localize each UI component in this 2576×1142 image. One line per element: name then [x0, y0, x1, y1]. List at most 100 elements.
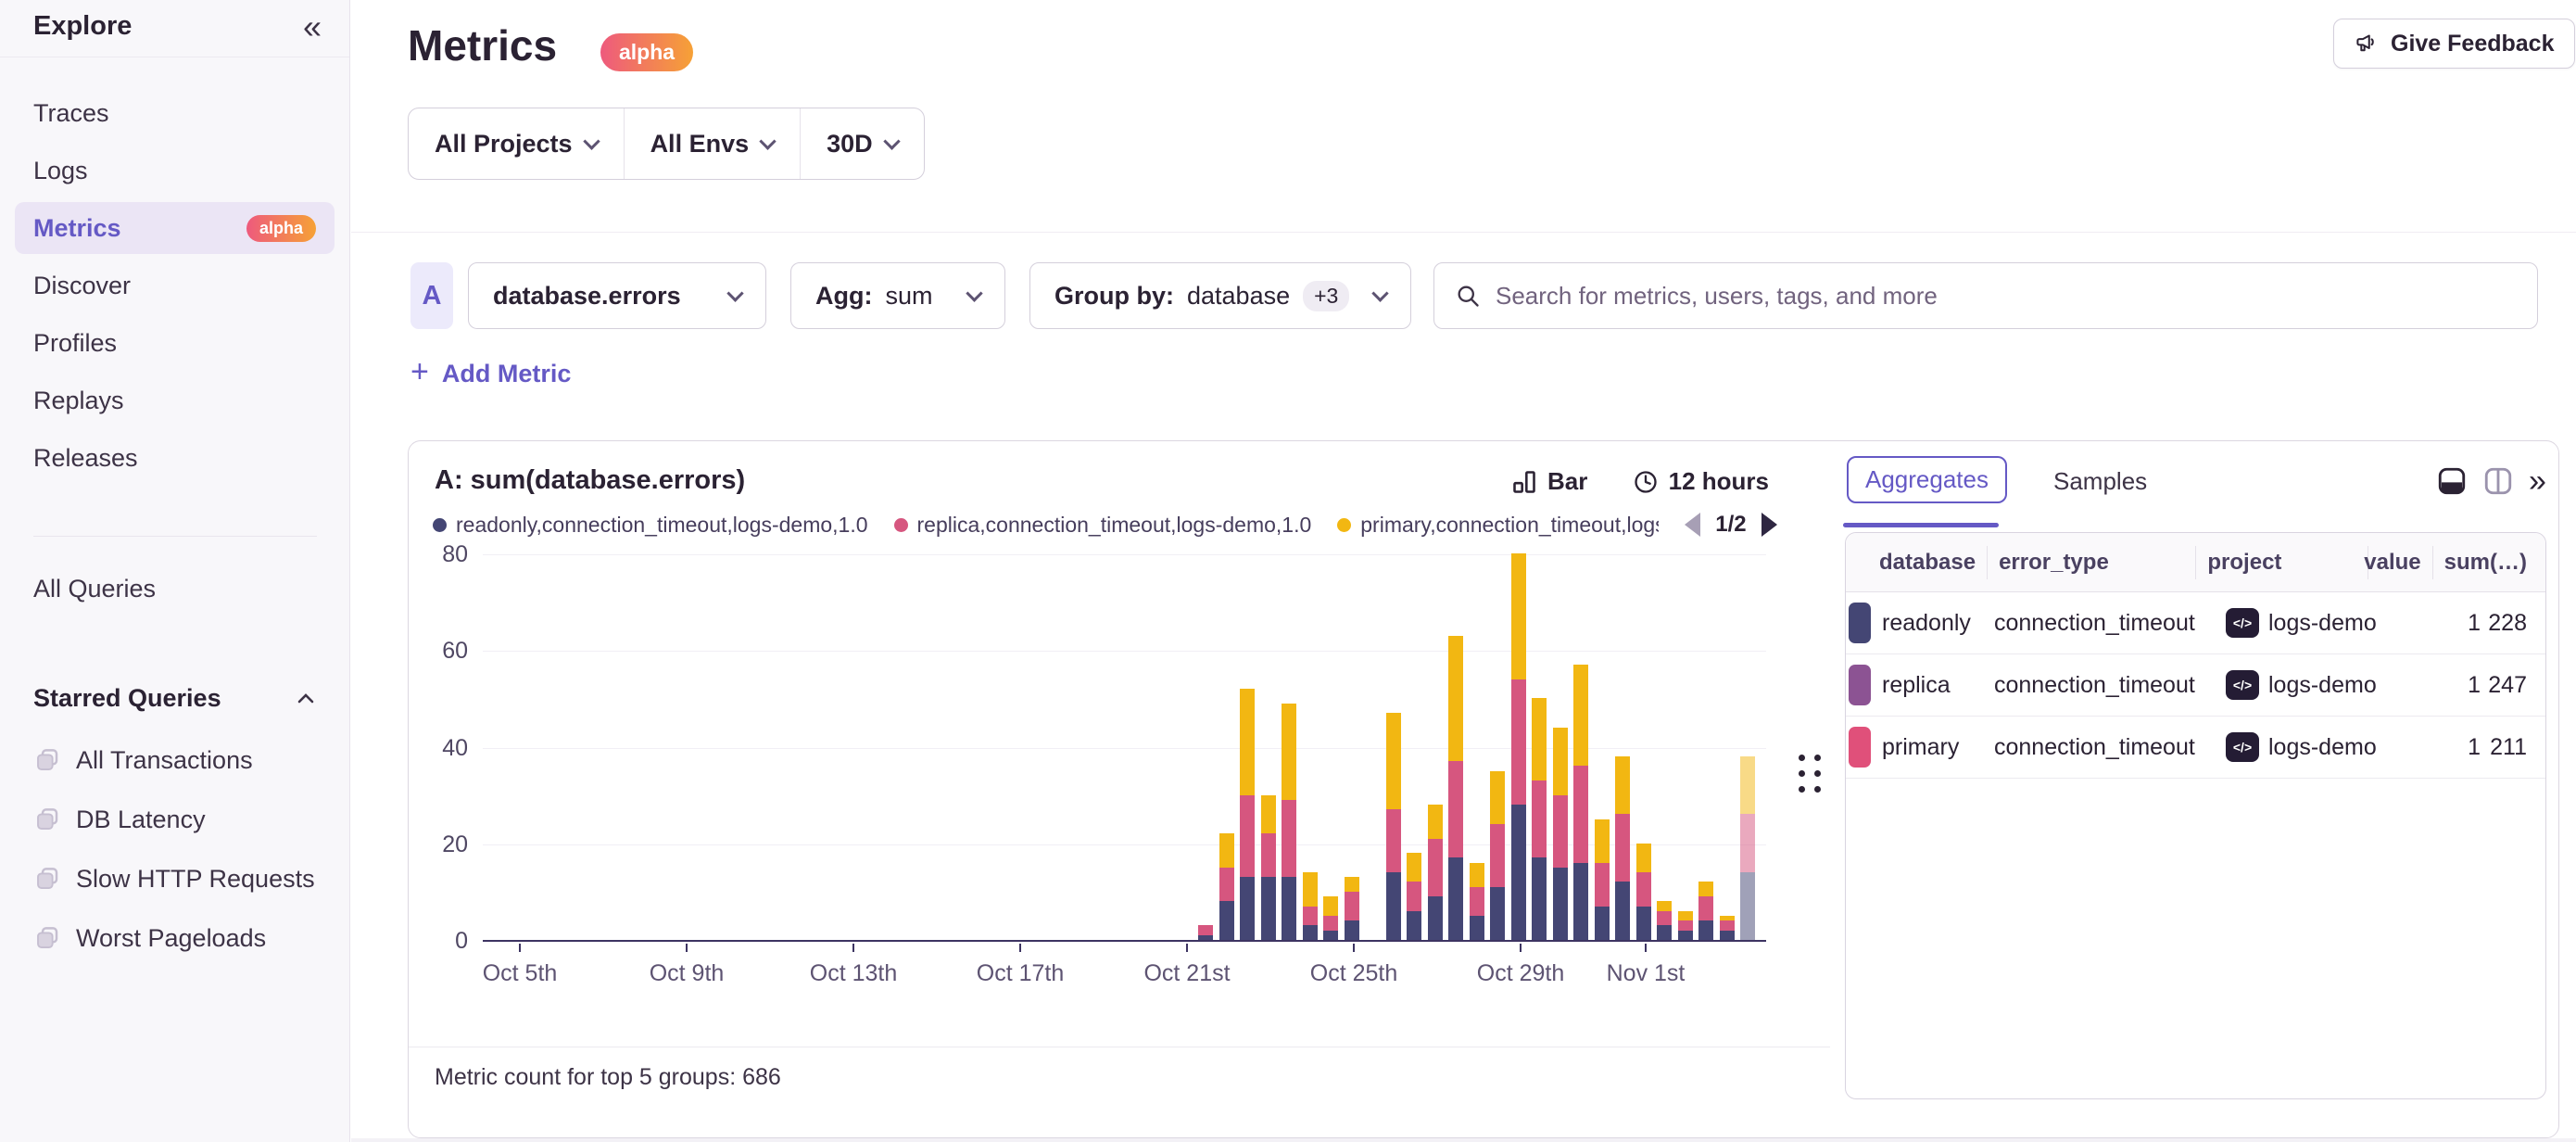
table-row[interactable]: replicaconnection_timeout</>logs-demo124… — [1846, 654, 2545, 717]
aggregate-dropdown[interactable]: Agg: sum — [790, 262, 1005, 329]
table-row[interactable]: primaryconnection_timeout</>logs-demo121… — [1846, 717, 2545, 779]
collapse-sidebar-icon[interactable]: « — [303, 7, 322, 46]
alpha-badge: alpha — [246, 215, 316, 242]
next-page-icon[interactable] — [1762, 513, 1777, 537]
bar-segment — [1282, 877, 1296, 940]
stacked-bar[interactable] — [1407, 853, 1421, 940]
table-row[interactable]: readonlyconnection_timeout</>logs-demo12… — [1846, 592, 2545, 654]
bar-segment — [1323, 896, 1338, 916]
stacked-bar[interactable] — [1615, 756, 1630, 940]
stacked-bar[interactable] — [1490, 771, 1505, 940]
panel-resize-handle[interactable] — [1799, 755, 1821, 793]
plot-area[interactable]: 020406080Oct 5thOct 9thOct 13thOct 17thO… — [483, 555, 1766, 942]
bar-segment — [1428, 805, 1443, 838]
legend-item-replica[interactable]: replica,connection_timeout,logs-demo,1.0 — [894, 513, 1312, 538]
split-rows-layout-icon[interactable] — [2436, 465, 2468, 497]
starred-queries-header[interactable]: Starred Queries — [33, 684, 317, 713]
stacked-bar[interactable] — [1282, 704, 1296, 940]
give-feedback-button[interactable]: Give Feedback — [2333, 19, 2575, 69]
stacked-bar[interactable] — [1657, 901, 1672, 940]
project-name: logs-demo — [2268, 672, 2377, 699]
page-filter-bar: All Projects All Envs 30D — [408, 108, 925, 180]
metric-select-dropdown[interactable]: database.errors — [468, 262, 766, 329]
bar-segment — [1678, 911, 1693, 920]
sidebar-item-label: Traces — [33, 99, 109, 128]
column-header-sum[interactable]: sum(…) — [2433, 546, 2545, 579]
stacked-bar[interactable] — [1386, 713, 1401, 940]
legend-dot-icon — [894, 518, 908, 532]
sidebar-item-all-queries[interactable]: All Queries — [33, 575, 156, 603]
bar-segment — [1490, 771, 1505, 824]
x-axis-tick — [1186, 944, 1188, 952]
starred-query-slow-http-requests[interactable]: Slow HTTP Requests — [15, 851, 335, 907]
bar-segment — [1511, 553, 1526, 679]
date-range-dropdown[interactable]: 30D — [800, 108, 924, 179]
sidebar-item-logs[interactable]: Logs — [15, 145, 335, 197]
sidebar-item-traces[interactable]: Traces — [15, 87, 335, 139]
stacked-bar[interactable] — [1720, 916, 1735, 940]
stacked-bar[interactable] — [1345, 877, 1359, 940]
group-by-dropdown[interactable]: Group by: database +3 — [1029, 262, 1411, 329]
starred-query-label: Slow HTTP Requests — [76, 865, 315, 894]
legend-item-readonly[interactable]: readonly,connection_timeout,logs-demo,1.… — [433, 513, 868, 538]
interval-selector[interactable]: 12 hours — [1633, 467, 1769, 496]
stacked-bar[interactable] — [1532, 698, 1547, 940]
chevron-down-icon — [759, 133, 776, 149]
clock-icon — [1633, 469, 1659, 495]
legend-label: primary,connection_timeout,logs-demo,1.0 — [1360, 513, 1659, 538]
stacked-bar[interactable] — [1595, 819, 1610, 940]
project-filter-dropdown[interactable]: All Projects — [409, 108, 624, 179]
tab-aggregates[interactable]: Aggregates — [1847, 456, 2007, 503]
stacked-bar[interactable] — [1698, 882, 1713, 940]
stacked-bar[interactable] — [1261, 795, 1276, 940]
expand-panel-icon[interactable]: » — [2529, 465, 2546, 497]
stacked-bar[interactable] — [1470, 863, 1484, 940]
sidebar-item-metrics[interactable]: Metricsalpha — [15, 202, 335, 254]
metric-count-footer: Metric count for top 5 groups: 686 — [435, 1064, 781, 1091]
starred-query-all-transactions[interactable]: All Transactions — [15, 732, 335, 788]
search-input[interactable] — [1496, 282, 2517, 311]
copy-icon — [33, 746, 61, 774]
stacked-bar[interactable] — [1428, 805, 1443, 940]
stacked-bar[interactable] — [1636, 844, 1651, 940]
column-header-value[interactable]: value — [2368, 546, 2433, 579]
legend-item-primary[interactable]: primary,connection_timeout,logs-demo,1.0 — [1337, 513, 1659, 538]
stacked-bar[interactable] — [1511, 553, 1526, 940]
stacked-bar[interactable] — [1198, 925, 1213, 940]
stacked-bar[interactable] — [1323, 896, 1338, 940]
environment-filter-dropdown[interactable]: All Envs — [624, 108, 801, 179]
stacked-bar[interactable] — [1448, 636, 1463, 940]
cell-error-type: connection_timeout — [1994, 610, 2226, 637]
sidebar-item-profiles[interactable]: Profiles — [15, 317, 335, 369]
x-axis-tick — [686, 944, 688, 952]
sidebar-item-discover[interactable]: Discover — [15, 260, 335, 311]
sidebar-item-releases[interactable]: Releases — [15, 432, 335, 484]
starred-query-db-latency[interactable]: DB Latency — [15, 792, 335, 847]
starred-queries-label: Starred Queries — [33, 684, 221, 713]
bar-segment — [1511, 679, 1526, 806]
tab-samples[interactable]: Samples — [2053, 467, 2147, 496]
column-header-project[interactable]: project — [2196, 546, 2368, 579]
stacked-bar[interactable] — [1219, 833, 1234, 940]
stacked-bar[interactable] — [1553, 728, 1568, 940]
sidebar-item-label: Logs — [33, 157, 88, 185]
starred-query-worst-pageloads[interactable]: Worst Pageloads — [15, 910, 335, 966]
stacked-bar[interactable] — [1240, 689, 1255, 940]
chart-type-selector[interactable]: Bar — [1511, 467, 1587, 496]
give-feedback-label: Give Feedback — [2391, 31, 2554, 57]
add-metric-button[interactable]: + Add Metric — [410, 358, 571, 390]
previous-page-icon[interactable] — [1685, 513, 1700, 537]
stacked-bar[interactable] — [1678, 911, 1693, 940]
sidebar-item-replays[interactable]: Replays — [15, 374, 335, 426]
column-header-database[interactable]: database — [1846, 546, 1988, 579]
sidebar-item-label: Releases — [33, 444, 138, 473]
split-columns-layout-icon[interactable] — [2482, 465, 2514, 497]
stacked-bar[interactable] — [1573, 665, 1588, 940]
starred-query-label: All Transactions — [76, 746, 253, 775]
bar-segment — [1573, 665, 1588, 766]
stacked-bar[interactable] — [1740, 756, 1755, 940]
column-header-error-type[interactable]: error_type — [1988, 546, 2196, 579]
plus-icon: + — [410, 354, 429, 390]
stacked-bar[interactable] — [1303, 872, 1318, 940]
chevron-down-icon — [1371, 285, 1388, 301]
